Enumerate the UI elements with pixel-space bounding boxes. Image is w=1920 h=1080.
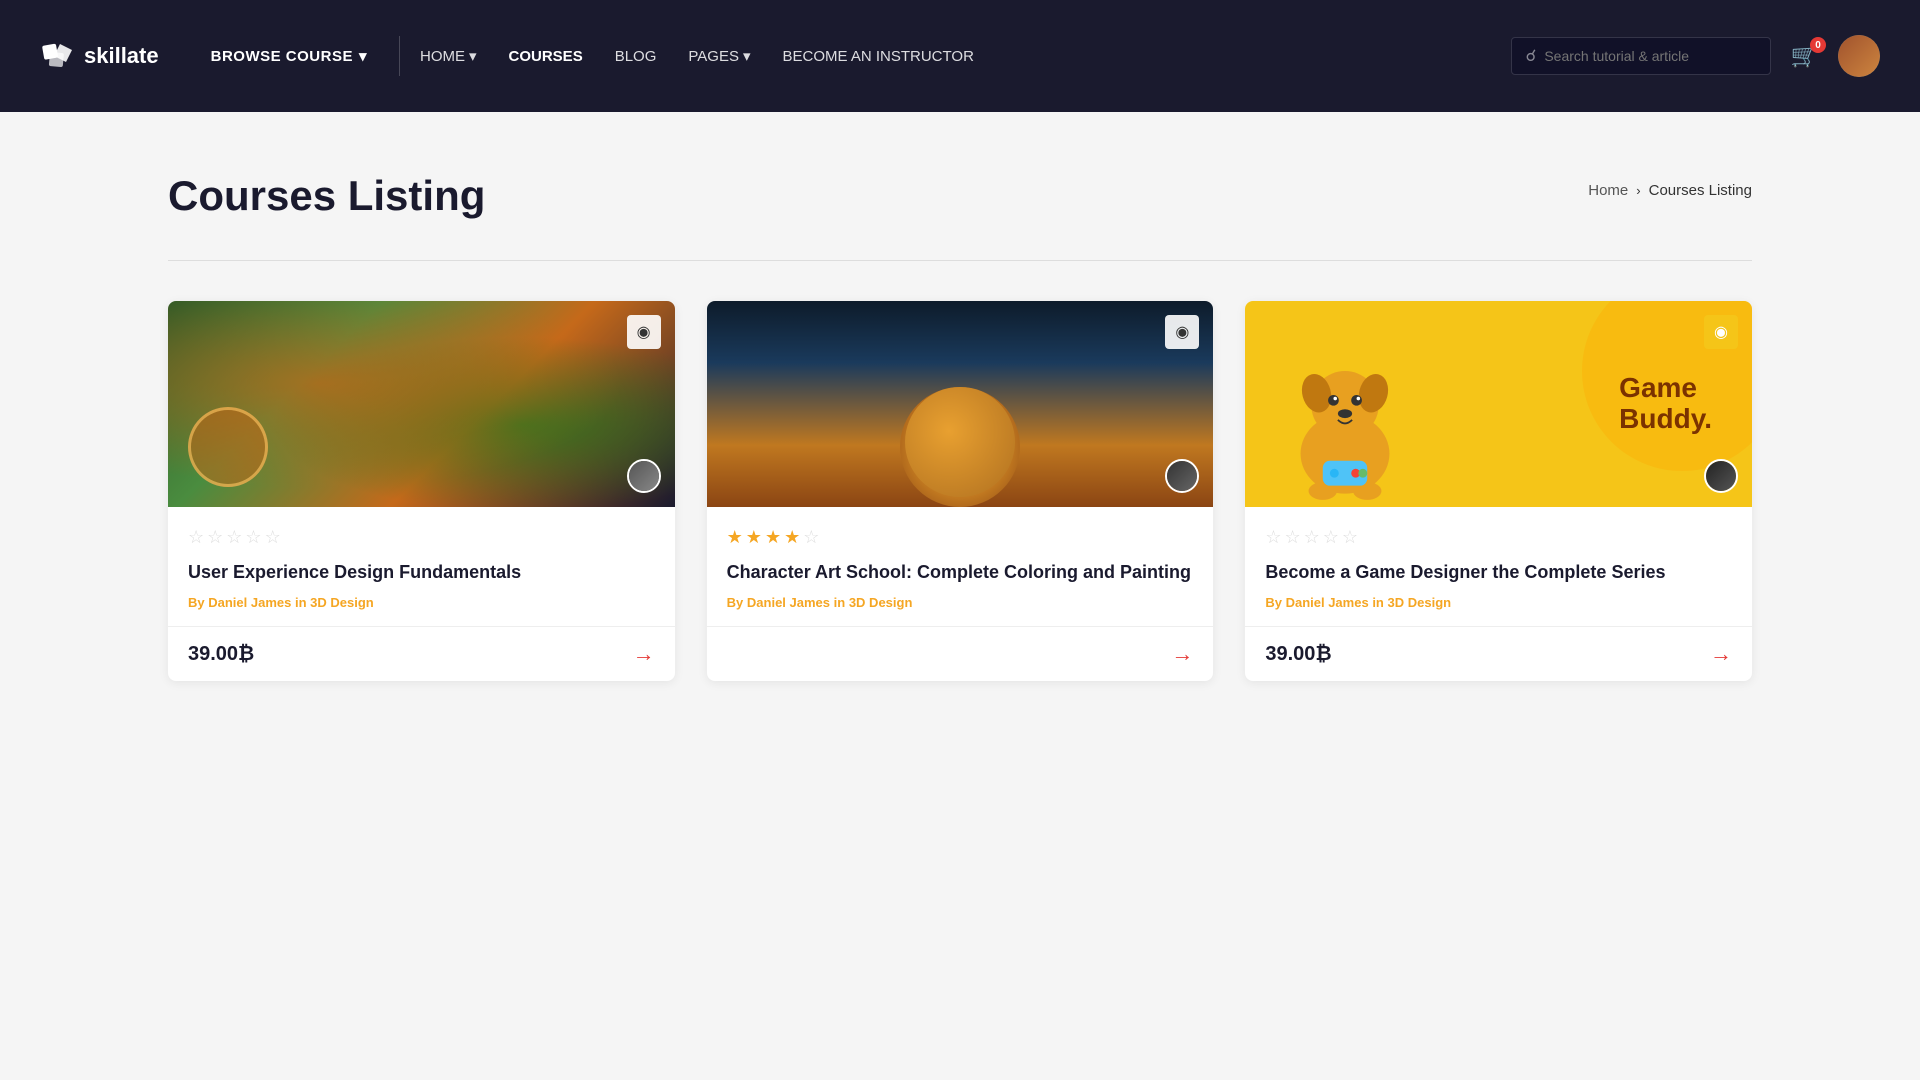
course-card-2: ◉ ★ ★ ★ ★ ☆ Character Art School: Comple… <box>707 301 1214 681</box>
course-category-3: 3D Design <box>1388 595 1452 610</box>
star-1-1: ☆ <box>188 527 204 548</box>
course-card-1: ◉ ☆ ☆ ☆ ☆ ☆ User Experience Design Funda… <box>168 301 675 681</box>
star-3-3: ☆ <box>1304 527 1320 548</box>
card-body-3: ☆ ☆ ☆ ☆ ☆ Become a Game Designer the Com… <box>1245 507 1752 610</box>
star-1-3: ☆ <box>226 527 242 548</box>
game-buddy-text: GameBuddy. <box>1619 373 1712 435</box>
star-3-1: ☆ <box>1265 527 1281 548</box>
search-input[interactable] <box>1544 48 1755 64</box>
instructor-avatar-1 <box>627 459 661 493</box>
browse-course-label: BROWSE COURSE <box>211 48 353 65</box>
course-image-1 <box>168 301 675 507</box>
star-2-2: ★ <box>746 527 762 548</box>
star-2-5: ☆ <box>803 527 819 548</box>
rating-stars-1: ☆ ☆ ☆ ☆ ☆ <box>188 527 655 548</box>
avatar-image <box>1838 35 1880 77</box>
dog-illustration <box>1275 347 1415 507</box>
bookmark-button-2[interactable]: ◉ <box>1165 315 1199 349</box>
main-content: Courses Listing Home › Courses Listing ◉ <box>0 112 1920 1080</box>
bookmark-button-3[interactable]: ◉ <box>1704 315 1738 349</box>
course-price-1: 39.00₿ <box>188 643 254 666</box>
course-title-3: Become a Game Designer the Complete Seri… <box>1265 560 1732 585</box>
course-image-2 <box>707 301 1214 507</box>
logo-text: skillate <box>84 43 159 69</box>
page-title: Courses Listing <box>168 172 485 220</box>
course-card-3: GameBuddy. ◉ ☆ ☆ ☆ ☆ ☆ Become a Game Des… <box>1245 301 1752 681</box>
course-meta-3: By Daniel James in 3D Design <box>1265 595 1732 610</box>
chevron-down-icon: ▾ <box>743 47 751 65</box>
star-2-4: ★ <box>784 527 800 548</box>
search-box[interactable]: ☌ <box>1511 37 1771 75</box>
avatar[interactable] <box>1838 35 1880 77</box>
nav-home[interactable]: HOME ▾ <box>420 47 477 65</box>
course-title-2: Character Art School: Complete Coloring … <box>727 560 1194 585</box>
course-meta-1: By Daniel James in 3D Design <box>188 595 655 610</box>
course-title-1: User Experience Design Fundamentals <box>188 560 655 585</box>
rating-stars-2: ★ ★ ★ ★ ☆ <box>727 527 1194 548</box>
breadcrumb-current: Courses Listing <box>1649 182 1752 199</box>
card-image-wrap-3: GameBuddy. ◉ <box>1245 301 1752 507</box>
course-author-3: Daniel James <box>1286 595 1369 610</box>
bookmark-button-1[interactable]: ◉ <box>627 315 661 349</box>
card-footer-3: 39.00₿ → <box>1245 626 1752 681</box>
card-image-wrap-2: ◉ <box>707 301 1214 507</box>
star-2-3: ★ <box>765 527 781 548</box>
course-price-3: 39.00₿ <box>1265 643 1331 666</box>
nav-right: ☌ 🛒 0 <box>1511 35 1880 77</box>
chevron-down-icon: ▾ <box>359 47 367 65</box>
course-author-2: Daniel James <box>747 595 830 610</box>
course-arrow-2[interactable]: → <box>1171 641 1193 667</box>
navbar: skillate BROWSE COURSE ▾ HOME ▾ COURSES … <box>0 0 1920 112</box>
logo[interactable]: skillate <box>40 38 159 74</box>
star-3-4: ☆ <box>1323 527 1339 548</box>
course-category-2: 3D Design <box>849 595 913 610</box>
breadcrumb: Home › Courses Listing <box>1588 182 1752 199</box>
nav-courses[interactable]: COURSES <box>509 48 583 65</box>
star-3-5: ☆ <box>1342 527 1358 548</box>
instructor-avatar-3 <box>1704 459 1738 493</box>
nav-divider <box>399 36 400 76</box>
star-1-4: ☆ <box>245 527 261 548</box>
star-3-2: ☆ <box>1284 527 1300 548</box>
browse-course-button[interactable]: BROWSE COURSE ▾ <box>199 47 379 65</box>
chevron-down-icon: ▾ <box>469 47 477 65</box>
page-header: Courses Listing Home › Courses Listing <box>168 172 1752 220</box>
nav-pages[interactable]: PAGES ▾ <box>688 47 750 65</box>
card-body-1: ☆ ☆ ☆ ☆ ☆ User Experience Design Fundame… <box>168 507 675 610</box>
divider <box>168 260 1752 261</box>
course-author-1: Daniel James <box>208 595 291 610</box>
star-1-2: ☆ <box>207 527 223 548</box>
cart-button[interactable]: 🛒 0 <box>1791 43 1818 69</box>
breadcrumb-home[interactable]: Home <box>1588 182 1628 199</box>
breadcrumb-separator: › <box>1636 183 1640 198</box>
card-footer-2: → <box>707 626 1214 681</box>
logo-icon <box>40 38 76 74</box>
card-body-2: ★ ★ ★ ★ ☆ Character Art School: Complete… <box>707 507 1214 610</box>
courses-grid: ◉ ☆ ☆ ☆ ☆ ☆ User Experience Design Funda… <box>168 301 1752 681</box>
course-image-3: GameBuddy. <box>1245 301 1752 507</box>
card-image-wrap-1: ◉ <box>168 301 675 507</box>
card-footer-1: 39.00₿ → <box>168 626 675 681</box>
search-icon: ☌ <box>1526 46 1537 66</box>
rating-stars-3: ☆ ☆ ☆ ☆ ☆ <box>1265 527 1732 548</box>
cart-badge: 0 <box>1810 37 1826 53</box>
course-meta-2: By Daniel James in 3D Design <box>727 595 1194 610</box>
nav-become-instructor[interactable]: BECOME AN INSTRUCTOR <box>783 48 974 65</box>
nav-blog[interactable]: BLOG <box>615 48 657 65</box>
course-arrow-3[interactable]: → <box>1710 641 1732 667</box>
course-category-1: 3D Design <box>310 595 374 610</box>
star-2-1: ★ <box>727 527 743 548</box>
course-arrow-1[interactable]: → <box>633 641 655 667</box>
star-1-5: ☆ <box>265 527 281 548</box>
nav-links: HOME ▾ COURSES BLOG PAGES ▾ BECOME AN IN… <box>420 47 1511 65</box>
